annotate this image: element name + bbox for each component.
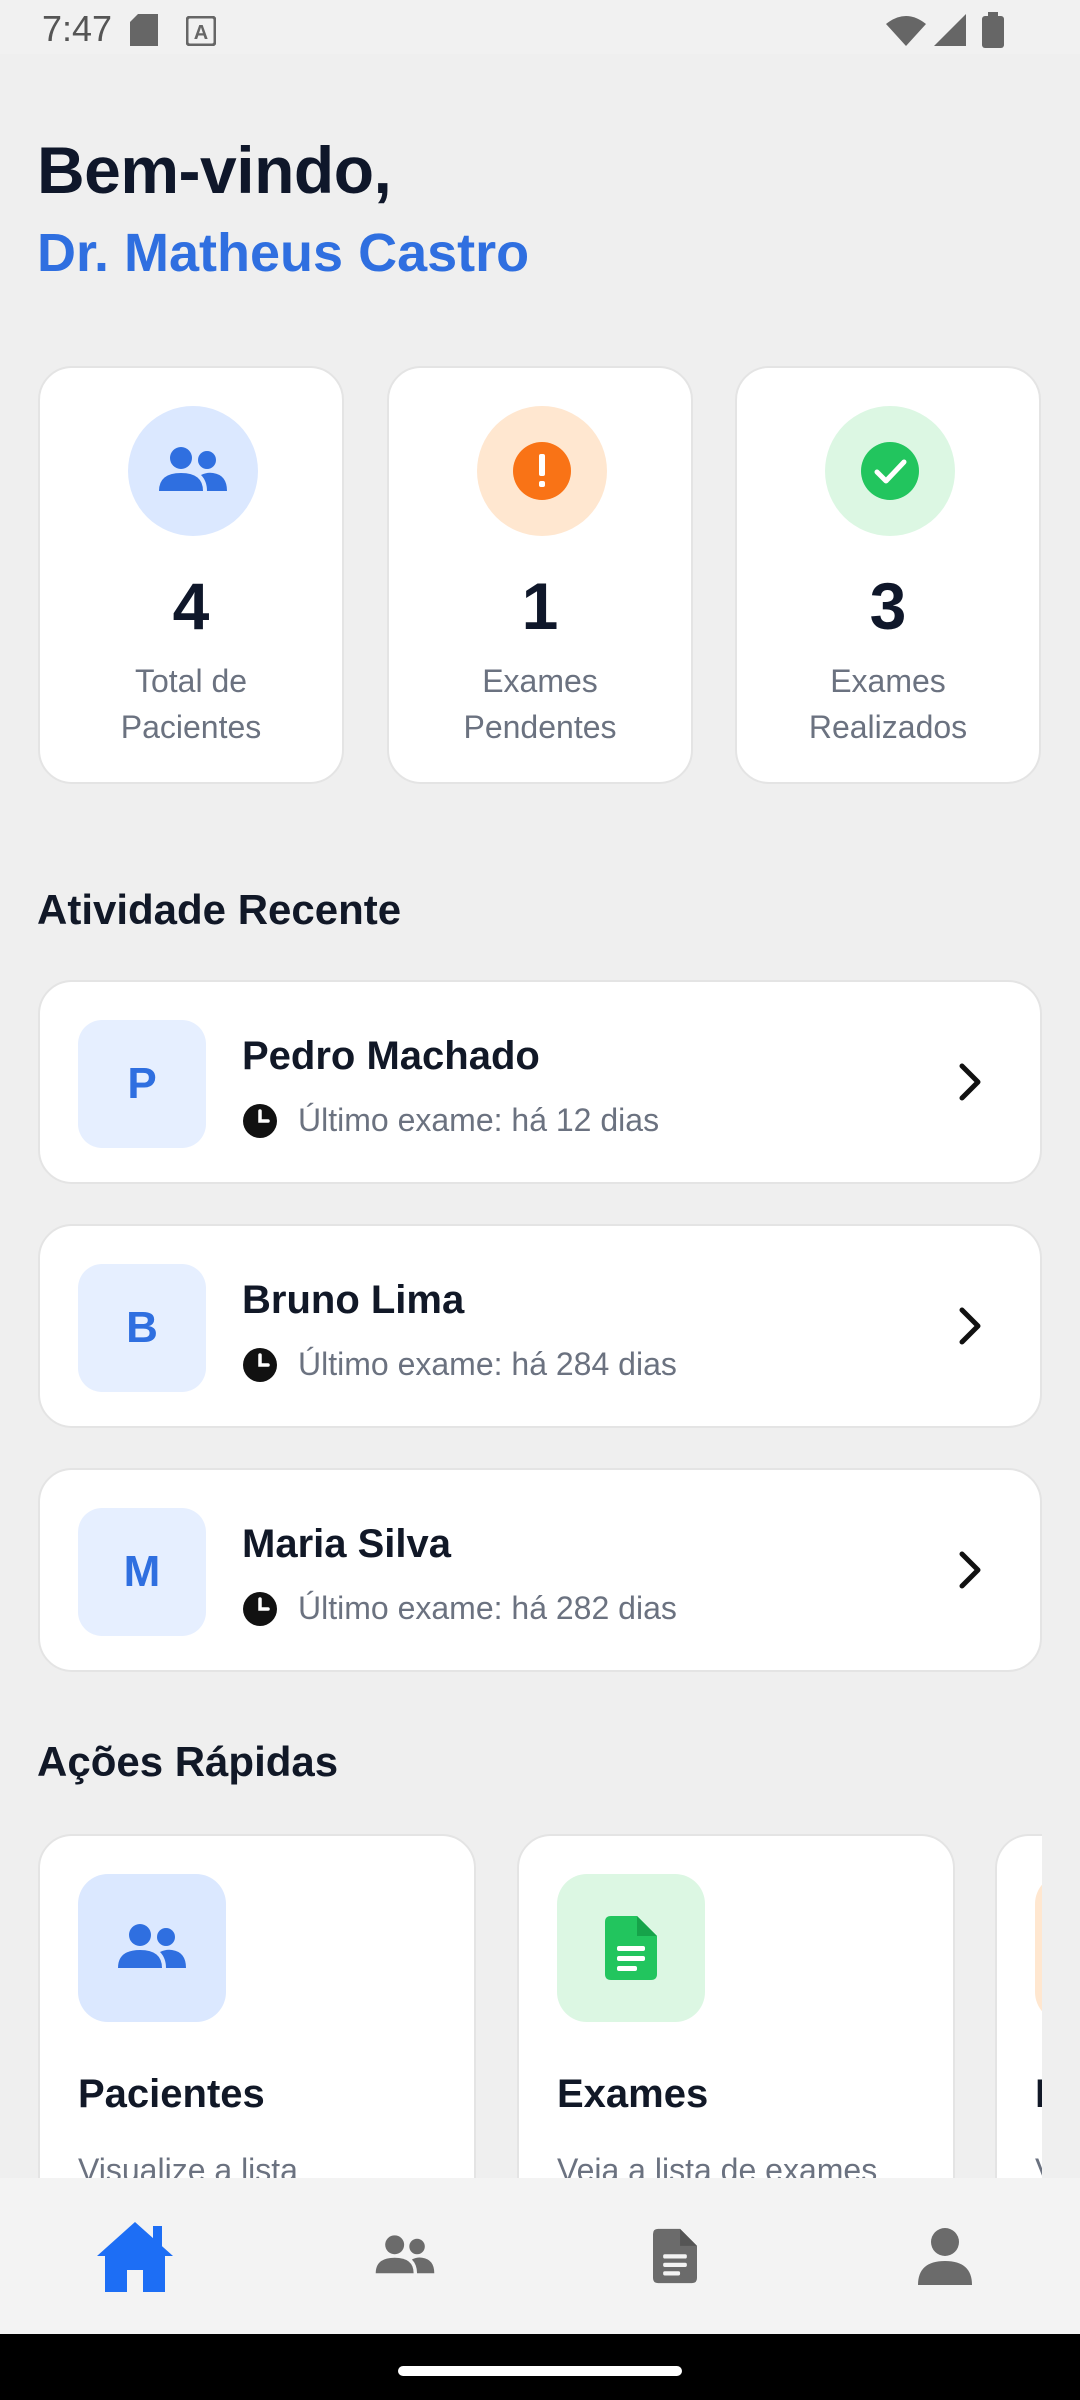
activity-row-pedro-machado[interactable]: P Pedro Machado Último exame: há 12 dias xyxy=(38,980,1042,1184)
nav-profile[interactable] xyxy=(810,2178,1080,2334)
nav-patients[interactable] xyxy=(270,2178,540,2334)
svg-text:A: A xyxy=(194,22,208,44)
nav-exams[interactable] xyxy=(540,2178,810,2334)
last-exam-text: Último exame: há 282 dias xyxy=(298,1590,677,1626)
patient-name: Pedro Machado xyxy=(242,1034,540,1078)
clock-icon xyxy=(243,1103,277,1138)
alert-icon xyxy=(477,406,607,536)
home-indicator[interactable] xyxy=(398,2366,682,2376)
chevron-right-icon[interactable] xyxy=(948,1060,992,1104)
status-bar: 7:47 A xyxy=(0,0,1080,54)
doctor-name: Dr. Matheus Castro xyxy=(37,223,530,283)
avatar: M xyxy=(78,1508,206,1636)
chevron-right-icon[interactable] xyxy=(948,1304,992,1348)
quick-actions-title: Ações Rápidas xyxy=(37,1738,339,1785)
chevron-right-icon[interactable] xyxy=(948,1548,992,1592)
quick-action-title: Exames xyxy=(557,2072,709,2116)
clock-icon xyxy=(243,1591,277,1626)
document-icon xyxy=(557,1874,705,2022)
home-icon xyxy=(97,2222,173,2292)
bottom-navigation xyxy=(0,2178,1080,2334)
check-icon xyxy=(825,406,955,536)
sd-card-icon xyxy=(130,14,158,46)
status-time: 7:47 xyxy=(42,8,113,49)
patient-name: Maria Silva xyxy=(242,1522,452,1566)
clock-icon xyxy=(243,1347,277,1382)
users-icon xyxy=(78,1874,226,2022)
stat-value: 4 xyxy=(172,569,210,643)
last-exam-text: Último exame: há 284 dias xyxy=(298,1346,677,1382)
signal-icon xyxy=(934,14,966,46)
users-icon xyxy=(375,2235,435,2274)
last-exam-info: Último exame: há 12 dias xyxy=(242,1102,659,1139)
quick-action-title: Pacientes xyxy=(78,2072,265,2116)
person-icon xyxy=(918,2228,972,2285)
patient-name: Bruno Lima xyxy=(242,1278,465,1322)
nav-home[interactable] xyxy=(0,2178,270,2334)
wifi-icon xyxy=(886,16,926,46)
last-exam-text: Último exame: há 12 dias xyxy=(298,1102,660,1138)
activity-row-bruno-lima[interactable]: B Bruno Lima Último exame: há 284 dias xyxy=(38,1224,1042,1428)
stat-card-pending-exams[interactable]: 1 Exames Pendentes xyxy=(387,366,693,784)
system-navigation-bar xyxy=(0,2334,1080,2400)
battery-icon xyxy=(982,12,1004,48)
activity-row-maria-silva[interactable]: M Maria Silva Último exame: há 282 dias xyxy=(38,1468,1042,1672)
avatar: B xyxy=(78,1264,206,1392)
recent-activity-title: Atividade Recente xyxy=(37,886,402,933)
stat-label: Total de Pacientes xyxy=(120,663,262,745)
stat-label: Exames Realizados xyxy=(808,663,968,745)
stat-label: Exames Pendentes xyxy=(463,663,617,745)
document-icon xyxy=(653,2228,697,2284)
last-exam-info: Último exame: há 282 dias xyxy=(242,1590,677,1627)
content-clip xyxy=(1042,1834,1080,2178)
stat-card-total-patients[interactable]: 4 Total de Pacientes xyxy=(38,366,344,784)
avatar: P xyxy=(78,1020,206,1148)
stat-value: 1 xyxy=(521,569,559,643)
greeting-title: Bem-vindo, xyxy=(37,133,392,207)
text-a-icon: A xyxy=(186,16,216,46)
users-icon xyxy=(128,406,258,536)
last-exam-info: Último exame: há 284 dias xyxy=(242,1346,677,1383)
stat-value: 3 xyxy=(869,569,907,643)
stat-card-completed-exams[interactable]: 3 Exames Realizados xyxy=(735,366,1041,784)
